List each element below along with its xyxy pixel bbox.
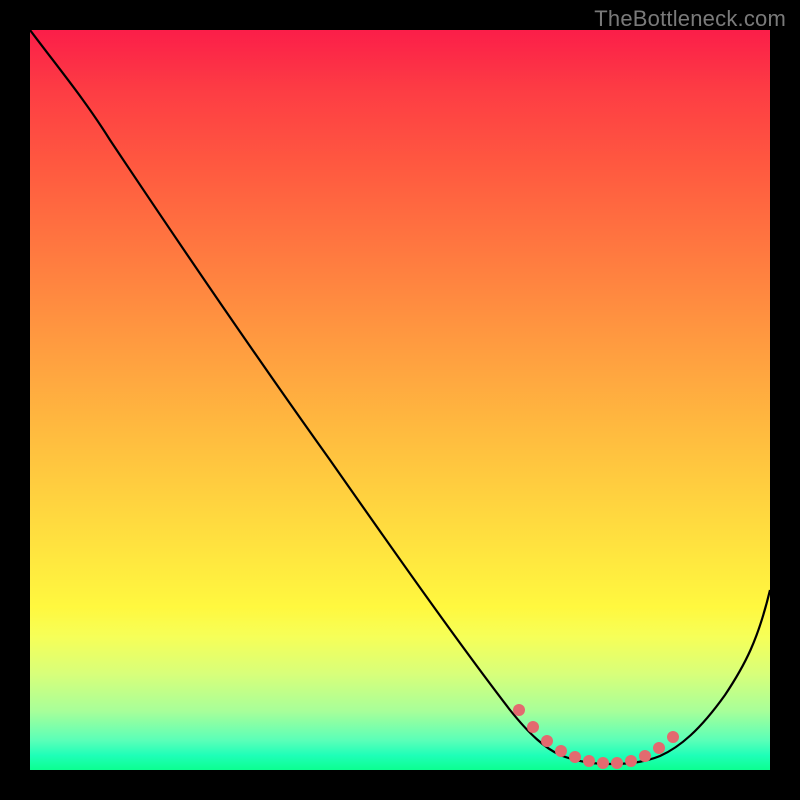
plot-area <box>30 30 770 770</box>
watermark-text: TheBottleneck.com <box>594 6 786 32</box>
curve-overlay <box>30 30 770 770</box>
bottleneck-curve <box>30 30 770 764</box>
chart-container: TheBottleneck.com <box>0 0 800 800</box>
